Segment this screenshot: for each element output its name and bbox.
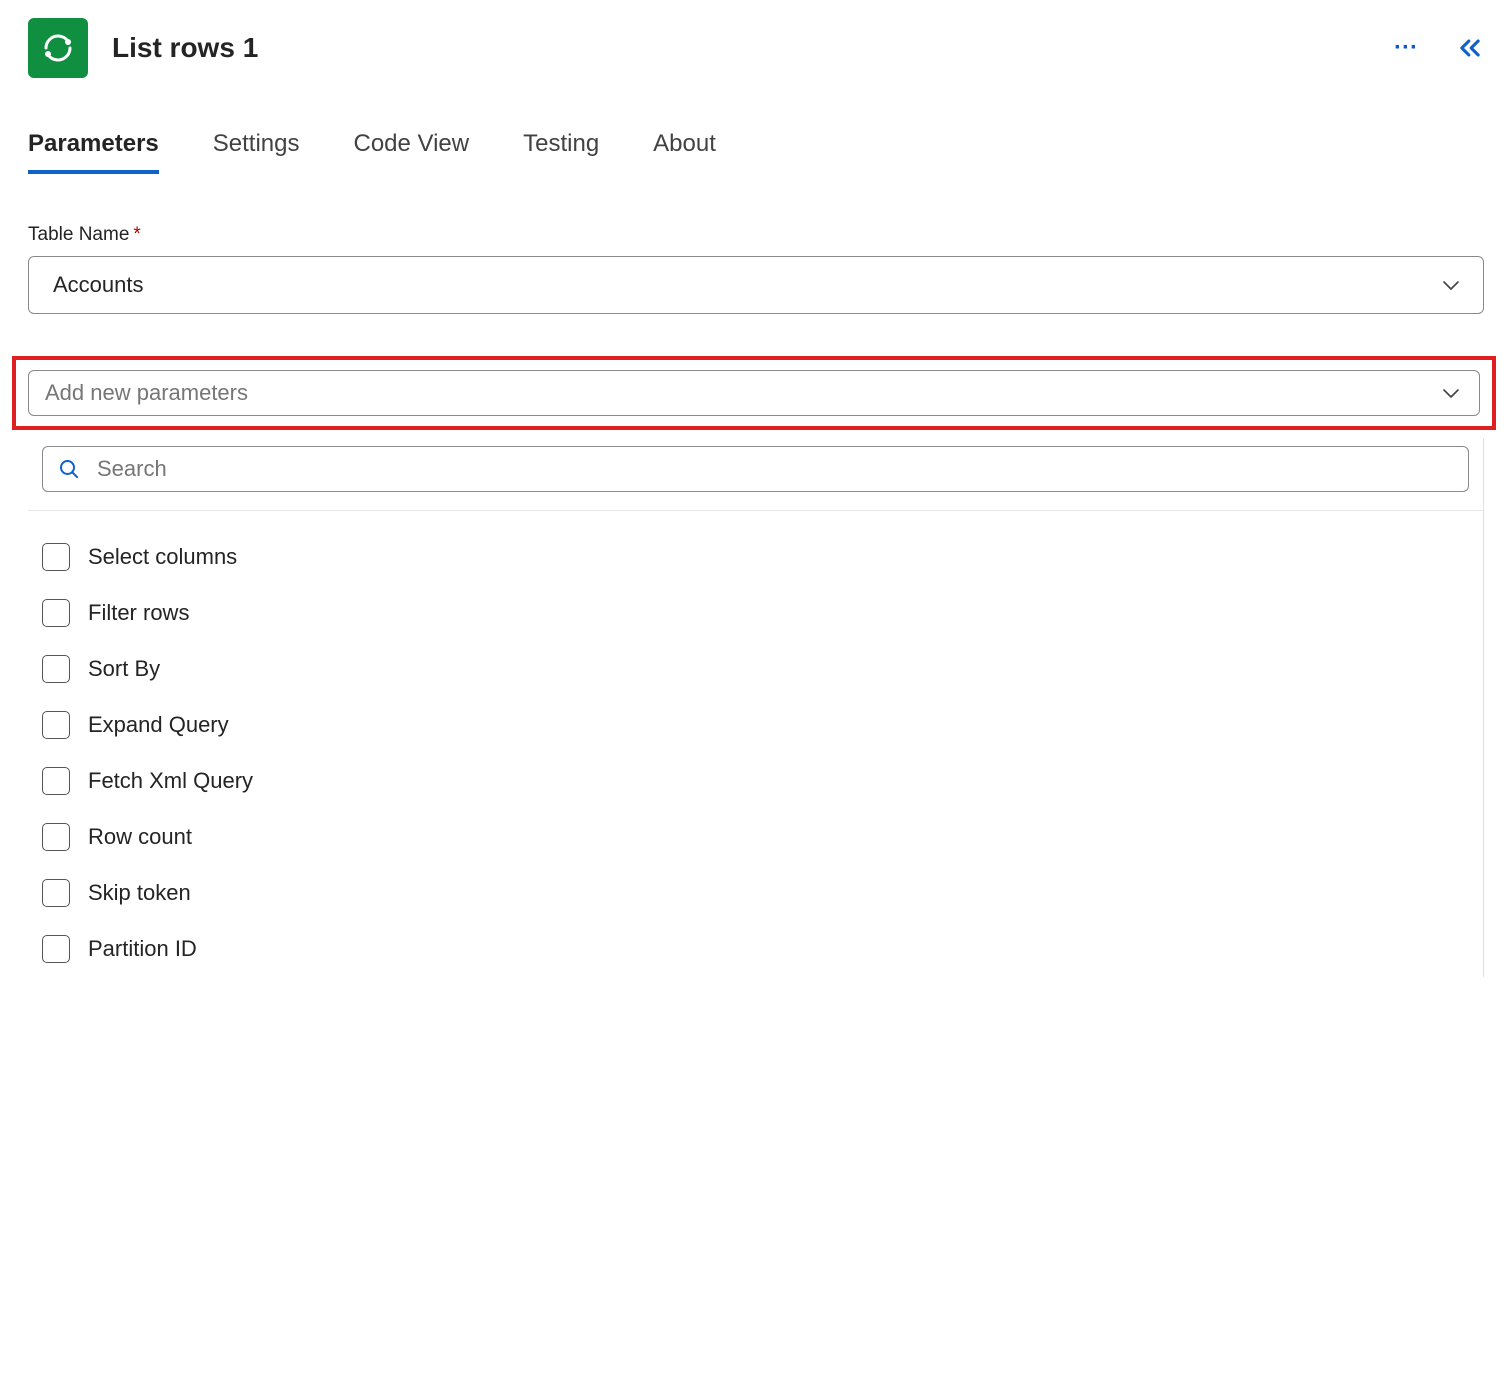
table-name-label: Table Name* bbox=[28, 224, 1484, 246]
checkbox[interactable] bbox=[42, 543, 70, 571]
param-option-sort-by[interactable]: Sort By bbox=[42, 641, 1469, 697]
collapse-panel-button[interactable] bbox=[1456, 34, 1484, 62]
tab-code-view[interactable]: Code View bbox=[353, 130, 469, 174]
tab-testing[interactable]: Testing bbox=[523, 130, 599, 174]
tab-parameters[interactable]: Parameters bbox=[28, 130, 159, 174]
checkbox[interactable] bbox=[42, 879, 70, 907]
checkbox[interactable] bbox=[42, 599, 70, 627]
checkbox[interactable] bbox=[42, 935, 70, 963]
action-title: List rows 1 bbox=[112, 32, 1394, 64]
param-option-select-columns[interactable]: Select columns bbox=[42, 529, 1469, 585]
tab-settings[interactable]: Settings bbox=[213, 130, 300, 174]
parameter-search-field[interactable] bbox=[97, 456, 1454, 482]
search-icon bbox=[57, 457, 81, 481]
add-new-parameters-dropdown[interactable]: Add new parameters bbox=[28, 370, 1480, 416]
param-option-row-count[interactable]: Row count bbox=[42, 809, 1469, 865]
param-option-fetch-xml-query[interactable]: Fetch Xml Query bbox=[42, 753, 1469, 809]
parameters-dropdown-panel: Select columns Filter rows Sort By Expan… bbox=[28, 438, 1484, 977]
tab-about[interactable]: About bbox=[653, 130, 716, 174]
param-option-partition-id[interactable]: Partition ID bbox=[42, 921, 1469, 977]
param-option-expand-query[interactable]: Expand Query bbox=[42, 697, 1469, 753]
table-name-value: Accounts bbox=[53, 272, 1439, 298]
required-marker: * bbox=[133, 224, 140, 245]
parameter-search-input[interactable] bbox=[42, 446, 1469, 492]
chevron-down-icon bbox=[1439, 381, 1463, 405]
parameter-option-list: Select columns Filter rows Sort By Expan… bbox=[28, 511, 1483, 977]
more-options-button[interactable]: ··· bbox=[1394, 34, 1418, 62]
checkbox[interactable] bbox=[42, 711, 70, 739]
tab-bar: Parameters Settings Code View Testing Ab… bbox=[28, 130, 1484, 174]
table-name-dropdown[interactable]: Accounts bbox=[28, 256, 1484, 314]
highlight-annotation: Add new parameters bbox=[12, 356, 1496, 430]
dataverse-connector-icon bbox=[28, 18, 88, 78]
checkbox[interactable] bbox=[42, 823, 70, 851]
checkbox[interactable] bbox=[42, 655, 70, 683]
param-option-skip-token[interactable]: Skip token bbox=[42, 865, 1469, 921]
param-option-filter-rows[interactable]: Filter rows bbox=[42, 585, 1469, 641]
checkbox[interactable] bbox=[42, 767, 70, 795]
chevron-down-icon bbox=[1439, 273, 1463, 297]
add-new-parameters-placeholder: Add new parameters bbox=[45, 380, 1439, 406]
